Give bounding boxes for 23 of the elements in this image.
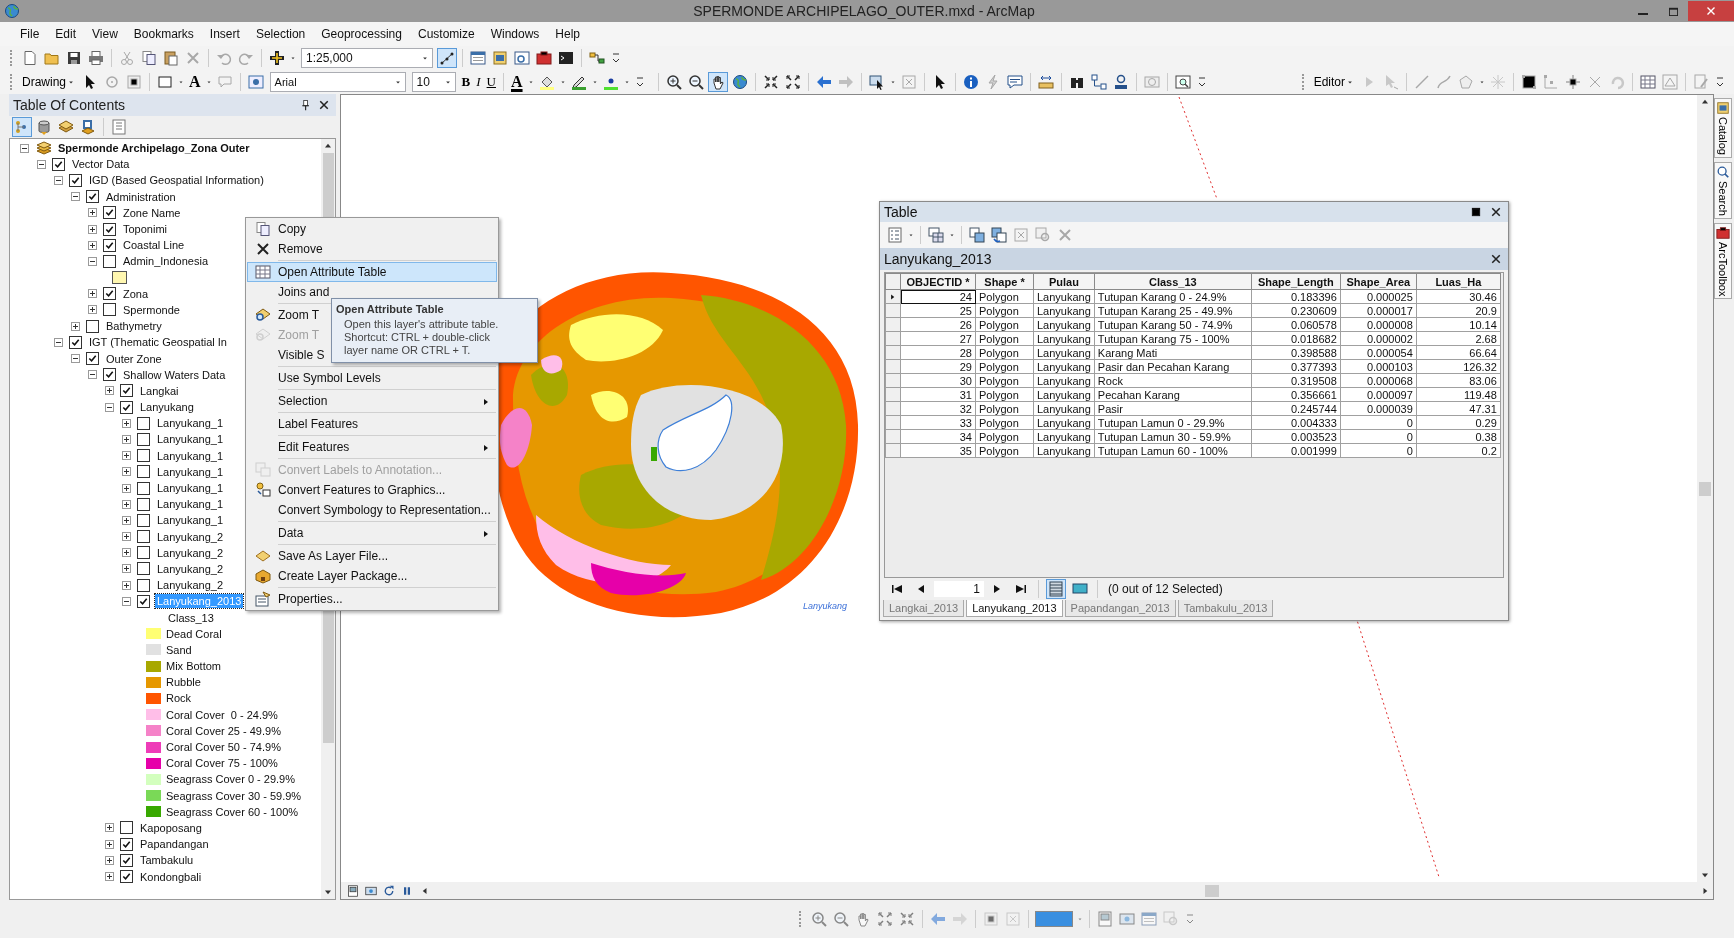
tooltip-text: layer name OR CTRL + T.	[343, 344, 472, 357]
panel-title: Table Of Contents	[13, 97, 127, 113]
window-title: SPERMONDE ARCHIPELAGO_OUTER.mxd - ArcMap	[692, 3, 1036, 19]
legend-label: Seagrass Cover 60 - 100%	[165, 804, 300, 819]
legend-label: Sand	[165, 642, 193, 657]
legend-label: Coral Cover 50 - 74.9%	[165, 740, 282, 755]
legend-label: Rubble	[165, 675, 202, 690]
table-title: Lanyukang_2013	[884, 251, 993, 267]
tooltip-text: Shortcut: CTRL + double-click	[343, 331, 491, 344]
legend-label: Dead Coral	[165, 626, 223, 641]
window-title: Table	[884, 204, 919, 220]
legend-label: Coral Cover 0 - 24.9%	[165, 707, 279, 722]
selection-status: (0 out of 12 Selected)	[1108, 582, 1223, 596]
legend-label: Coral Cover 75 - 100%	[165, 756, 279, 771]
legend-label: Mix Bottom	[165, 659, 222, 674]
legend-label: Seagrass Cover 30 - 59.9%	[165, 788, 303, 803]
legend-label: Rock	[165, 691, 193, 706]
legend-label: Seagrass Cover 0 - 29.9%	[165, 772, 296, 787]
tooltip-title: Open Attribute Table	[336, 303, 445, 315]
field-heading: Class_13	[167, 610, 215, 625]
legend-label: Coral Cover 25 - 49.9%	[165, 723, 282, 738]
tooltip-text: Open this layer's attribute table.	[343, 318, 500, 331]
map-label: Lanyukang	[803, 601, 848, 611]
